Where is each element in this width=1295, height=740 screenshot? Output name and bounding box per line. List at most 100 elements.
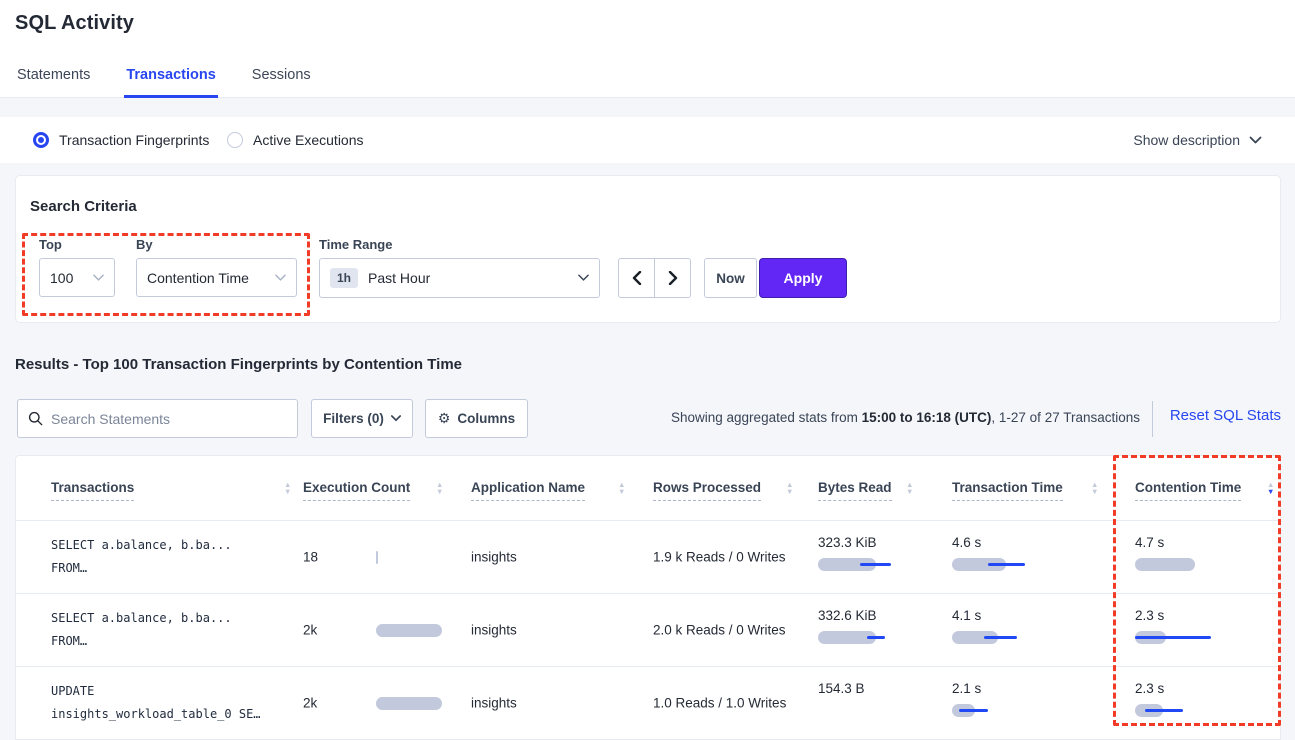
- filters-button[interactable]: Filters (0): [311, 399, 413, 438]
- bytes-read-cell: 154.3 B: [818, 681, 928, 717]
- time-range-badge: 1h: [330, 268, 358, 288]
- view-toggle-bar: Transaction Fingerprints Active Executio…: [0, 117, 1295, 163]
- next-time-range-button[interactable]: [655, 259, 690, 297]
- execution-count-bar: [376, 551, 378, 564]
- sort-icon[interactable]: ▲▼: [284, 482, 291, 495]
- aggregated-stats-text: Showing aggregated stats from 15:00 to 1…: [600, 410, 1140, 425]
- radio-selected-icon[interactable]: [33, 132, 49, 148]
- transactions-table: Transactions ▲▼ Execution Count ▲▼ Appli…: [15, 455, 1281, 740]
- bytes-read-cell: 332.6 KiB: [818, 608, 928, 644]
- contention-time-bar: [1135, 558, 1195, 571]
- table-row[interactable]: SELECT a.balance, b.ba...FROM… 2k insigh…: [16, 594, 1280, 667]
- column-header-transactions[interactable]: Transactions: [51, 480, 134, 501]
- chevron-down-icon: [275, 274, 286, 282]
- bytes-read-line: [860, 563, 891, 566]
- search-criteria-card: Search Criteria Top 100 By Contention Ti…: [15, 175, 1281, 323]
- radio-unselected-icon[interactable]: [227, 132, 243, 148]
- show-description-toggle[interactable]: Show description: [1133, 117, 1262, 163]
- reset-sql-stats-link[interactable]: Reset SQL Stats: [1170, 407, 1281, 424]
- chevron-down-icon: [1249, 136, 1262, 145]
- application-name-cell: insights: [471, 696, 517, 711]
- table-row[interactable]: SELECT a.balance, b.ba...FROM… 18 insigh…: [16, 521, 1280, 594]
- transaction-time-cell: 4.1 s: [952, 608, 1062, 644]
- sql-activity-page: SQL Activity Statements Transactions Ses…: [0, 0, 1295, 740]
- show-description-label: Show description: [1133, 132, 1240, 148]
- tab-transactions[interactable]: Transactions: [124, 57, 217, 97]
- results-heading: Results - Top 100 Transaction Fingerprin…: [15, 356, 462, 373]
- columns-button-label: Columns: [457, 411, 515, 426]
- column-header-rows-processed[interactable]: Rows Processed: [653, 480, 761, 501]
- by-label: By: [136, 237, 153, 252]
- bytes-read-line: [867, 636, 885, 639]
- application-name-cell: insights: [471, 623, 517, 638]
- sort-icon[interactable]: ▲▼: [786, 482, 793, 495]
- transaction-time-line: [988, 563, 1025, 566]
- apply-button[interactable]: Apply: [759, 258, 847, 298]
- bytes-read-cell: 323.3 KiB: [818, 535, 928, 571]
- transaction-fingerprint-link[interactable]: UPDATEinsights_workload_table_0 SE…: [51, 680, 261, 726]
- sort-icon-active-desc[interactable]: ▲▼: [1267, 482, 1274, 495]
- column-header-contention-time[interactable]: Contention Time: [1135, 480, 1241, 501]
- column-header-transaction-time[interactable]: Transaction Time: [952, 480, 1063, 501]
- time-range-select[interactable]: 1h Past Hour: [319, 258, 600, 298]
- gear-icon: ⚙: [438, 410, 451, 427]
- execution-count-cell: 2k: [303, 623, 463, 638]
- execution-count-cell: 18: [303, 550, 463, 565]
- search-criteria-heading: Search Criteria: [30, 198, 137, 215]
- search-statements-box: [17, 399, 298, 438]
- rows-processed-cell: 1.9 k Reads / 0 Writes: [653, 550, 786, 565]
- rows-processed-cell: 1.0 Reads / 1.0 Writes: [653, 696, 786, 711]
- tab-statements[interactable]: Statements: [15, 57, 92, 97]
- rows-processed-cell: 2.0 k Reads / 0 Writes: [653, 623, 786, 638]
- column-header-application-name[interactable]: Application Name: [471, 480, 585, 501]
- chevron-down-icon: [93, 274, 104, 282]
- transaction-time-line: [959, 709, 988, 712]
- now-button[interactable]: Now: [704, 258, 757, 298]
- sort-icon[interactable]: ▲▼: [1091, 482, 1098, 495]
- top-select[interactable]: 100: [39, 258, 115, 297]
- chevron-down-icon: [391, 415, 401, 422]
- column-header-execution-count[interactable]: Execution Count: [303, 480, 410, 501]
- transaction-time-cell: 4.6 s: [952, 535, 1062, 571]
- divider: [1152, 401, 1153, 437]
- execution-count-bar: [376, 624, 442, 637]
- columns-button[interactable]: ⚙ Columns: [425, 399, 528, 438]
- stats-time-range: 15:00 to 16:18 (UTC): [862, 410, 992, 425]
- chevron-down-icon: [578, 274, 589, 282]
- by-select[interactable]: Contention Time: [136, 258, 297, 297]
- radio-active-executions[interactable]: Active Executions: [227, 117, 364, 163]
- transaction-fingerprint-link[interactable]: SELECT a.balance, b.ba...FROM…: [51, 534, 232, 580]
- execution-count-bar: [376, 697, 442, 710]
- sort-icon[interactable]: ▲▼: [618, 482, 625, 495]
- sort-icon[interactable]: ▲▼: [436, 482, 443, 495]
- sort-icon[interactable]: ▲▼: [906, 482, 913, 495]
- transaction-fingerprint-link[interactable]: SELECT a.balance, b.ba...FROM…: [51, 607, 232, 653]
- radio-transaction-fingerprints[interactable]: Transaction Fingerprints: [33, 117, 209, 163]
- top-select-value: 100: [50, 270, 73, 286]
- top-label: Top: [39, 237, 62, 252]
- time-range-value: Past Hour: [368, 270, 430, 286]
- time-range-stepper: [618, 258, 691, 298]
- previous-time-range-button[interactable]: [619, 259, 655, 297]
- tab-bar: Statements Transactions Sessions: [15, 57, 313, 97]
- contention-time-cell: 4.7 s: [1135, 535, 1245, 571]
- radio-label: Transaction Fingerprints: [59, 132, 209, 148]
- transaction-time-cell: 2.1 s: [952, 681, 1062, 717]
- by-select-value: Contention Time: [147, 270, 249, 286]
- column-header-bytes-read[interactable]: Bytes Read: [818, 480, 892, 501]
- table-row[interactable]: UPDATEinsights_workload_table_0 SE… 2k i…: [16, 667, 1280, 740]
- page-header: SQL Activity Statements Transactions Ses…: [0, 0, 1295, 98]
- time-range-label: Time Range: [319, 237, 392, 252]
- search-statements-input[interactable]: [51, 411, 287, 427]
- application-name-cell: insights: [471, 550, 517, 565]
- page-title: SQL Activity: [15, 12, 134, 35]
- filters-button-label: Filters (0): [323, 411, 384, 426]
- contention-time-line: [1135, 636, 1211, 639]
- radio-label: Active Executions: [253, 132, 364, 148]
- table-header-row: Transactions ▲▼ Execution Count ▲▼ Appli…: [16, 456, 1280, 521]
- execution-count-cell: 2k: [303, 696, 463, 711]
- transaction-time-line: [984, 636, 1017, 639]
- contention-time-cell: 2.3 s: [1135, 681, 1245, 717]
- search-icon: [28, 411, 43, 426]
- tab-sessions[interactable]: Sessions: [250, 57, 313, 97]
